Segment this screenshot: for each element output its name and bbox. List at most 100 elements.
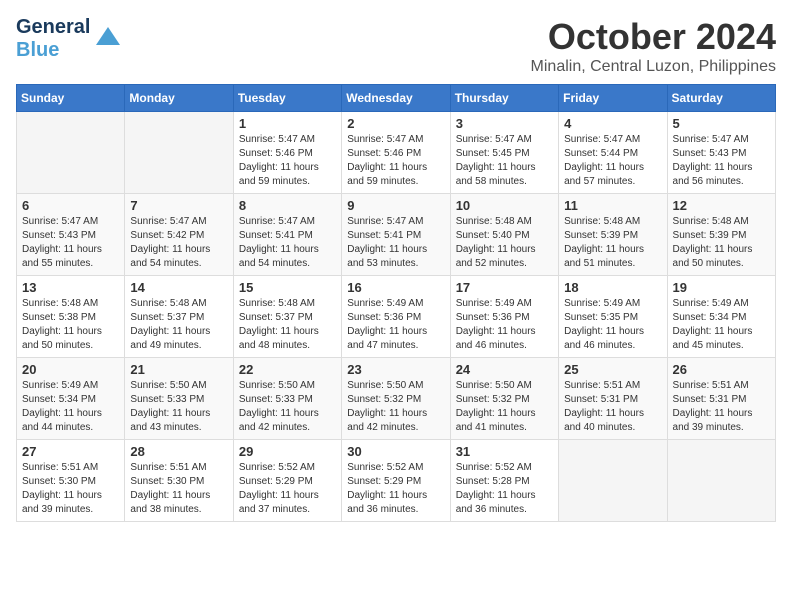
daylight-text: Daylight: 11 hours and 42 minutes. (347, 407, 444, 435)
daylight-text: Daylight: 11 hours and 50 minutes. (22, 325, 119, 353)
sunrise-text: Sunrise: 5:48 AM (239, 297, 336, 311)
day-number: 7 (130, 198, 227, 213)
weekday-header-row: SundayMondayTuesdayWednesdayThursdayFrid… (17, 85, 776, 112)
cell-info: Sunrise: 5:51 AMSunset: 5:31 PMDaylight:… (673, 379, 770, 435)
daylight-text: Daylight: 11 hours and 58 minutes. (456, 161, 553, 189)
day-number: 2 (347, 116, 444, 131)
sunrise-text: Sunrise: 5:50 AM (130, 379, 227, 393)
sunrise-text: Sunrise: 5:50 AM (239, 379, 336, 393)
calendar-cell: 1 Sunrise: 5:47 AMSunset: 5:46 PMDaylight… (233, 112, 341, 194)
daylight-text: Daylight: 11 hours and 55 minutes. (22, 243, 119, 271)
sunrise-text: Sunrise: 5:47 AM (347, 133, 444, 147)
sunrise-text: Sunrise: 5:48 AM (22, 297, 119, 311)
cell-info: Sunrise: 5:48 AMSunset: 5:37 PMDaylight:… (130, 297, 227, 353)
day-number: 15 (239, 280, 336, 295)
logo-text: General Blue (16, 16, 90, 62)
sunset-text: Sunset: 5:30 PM (22, 475, 119, 489)
cell-info: Sunrise: 5:47 AMSunset: 5:42 PMDaylight:… (130, 215, 227, 271)
cell-info: Sunrise: 5:49 AMSunset: 5:36 PMDaylight:… (347, 297, 444, 353)
cell-info: Sunrise: 5:50 AMSunset: 5:32 PMDaylight:… (347, 379, 444, 435)
weekday-header: Tuesday (233, 85, 341, 112)
calendar-week-row: 1Sunrise: 5:47 AMSunset: 5:46 PMDaylight… (17, 112, 776, 194)
sunset-text: Sunset: 5:35 PM (564, 311, 661, 325)
day-number: 24 (456, 362, 553, 377)
calendar-week-row: 27Sunrise: 5:51 AMSunset: 5:30 PMDayligh… (17, 440, 776, 522)
daylight-text: Daylight: 11 hours and 59 minutes. (347, 161, 444, 189)
calendar-cell: 23Sunrise: 5:50 AMSunset: 5:32 PMDayligh… (342, 358, 450, 440)
sunset-text: Sunset: 5:41 PM (239, 229, 336, 243)
cell-info: Sunrise: 5:48 AMSunset: 5:37 PMDaylight:… (239, 297, 336, 353)
daylight-text: Daylight: 11 hours and 42 minutes. (239, 407, 336, 435)
weekday-header: Monday (125, 85, 233, 112)
cell-info: Sunrise: 5:47 AMSunset: 5:41 PMDaylight:… (347, 215, 444, 271)
logo: General Blue (16, 16, 122, 62)
daylight-text: Daylight: 11 hours and 41 minutes. (456, 407, 553, 435)
month-title: October 2024 (531, 16, 776, 58)
cell-info: Sunrise: 5:51 AMSunset: 5:30 PMDaylight:… (130, 461, 227, 517)
cell-info: Sunrise: 5:50 AMSunset: 5:33 PMDaylight:… (130, 379, 227, 435)
daylight-text: Daylight: 11 hours and 39 minutes. (673, 407, 770, 435)
cell-info: Sunrise: 5:49 AMSunset: 5:34 PMDaylight:… (673, 297, 770, 353)
day-number: 18 (564, 280, 661, 295)
calendar-cell: 2Sunrise: 5:47 AMSunset: 5:46 PMDaylight… (342, 112, 450, 194)
calendar-cell: 9Sunrise: 5:47 AMSunset: 5:41 PMDaylight… (342, 194, 450, 276)
calendar-cell: 14 Sunrise: 5:48 AMSunset: 5:37 PMDayligh… (125, 276, 233, 358)
day-number: 22 (239, 362, 336, 377)
sunset-text: Sunset: 5:45 PM (456, 147, 553, 161)
sunrise-text: Sunrise: 5:47 AM (22, 215, 119, 229)
daylight-text: Daylight: 11 hours and 40 minutes. (564, 407, 661, 435)
cell-info: Sunrise: 5:47 AMSunset: 5:46 PMDaylight:… (239, 133, 336, 189)
weekday-header: Sunday (17, 85, 125, 112)
sunrise-text: Sunrise: 5:47 AM (239, 133, 336, 147)
calendar-cell: 21Sunrise: 5:50 AMSunset: 5:33 PMDayligh… (125, 358, 233, 440)
day-number: 16 (347, 280, 444, 295)
cell-info: Sunrise: 5:51 AMSunset: 5:30 PMDaylight:… (22, 461, 119, 517)
calendar-table: SundayMondayTuesdayWednesdayThursdayFrid… (16, 84, 776, 522)
sunrise-text: Sunrise: 5:52 AM (456, 461, 553, 475)
sunset-text: Sunset: 5:33 PM (239, 393, 336, 407)
daylight-text: Daylight: 11 hours and 39 minutes. (22, 489, 119, 517)
cell-info: Sunrise: 5:51 AMSunset: 5:31 PMDaylight:… (564, 379, 661, 435)
calendar-cell: 11Sunrise: 5:48 AMSunset: 5:39 PMDayligh… (559, 194, 667, 276)
sunrise-text: Sunrise: 5:50 AM (347, 379, 444, 393)
cell-info: Sunrise: 5:49 AMSunset: 5:35 PMDaylight:… (564, 297, 661, 353)
daylight-text: Daylight: 11 hours and 57 minutes. (564, 161, 661, 189)
sunrise-text: Sunrise: 5:50 AM (456, 379, 553, 393)
daylight-text: Daylight: 11 hours and 54 minutes. (130, 243, 227, 271)
daylight-text: Daylight: 11 hours and 49 minutes. (130, 325, 227, 353)
sunrise-text: Sunrise: 5:47 AM (239, 215, 336, 229)
calendar-cell: 20Sunrise: 5:49 AMSunset: 5:34 PMDayligh… (17, 358, 125, 440)
day-number: 28 (130, 444, 227, 459)
calendar-cell: 22 Sunrise: 5:50 AMSunset: 5:33 PMDayligh… (233, 358, 341, 440)
calendar-cell: 19 Sunrise: 5:49 AMSunset: 5:34 PMDayligh… (667, 276, 775, 358)
sunrise-text: Sunrise: 5:49 AM (673, 297, 770, 311)
calendar-cell: 28 Sunrise: 5:51 AMSunset: 5:30 PMDayligh… (125, 440, 233, 522)
sunset-text: Sunset: 5:46 PM (239, 147, 336, 161)
calendar-cell: 24Sunrise: 5:50 AMSunset: 5:32 PMDayligh… (450, 358, 558, 440)
calendar-cell: 13Sunrise: 5:48 AMSunset: 5:38 PMDayligh… (17, 276, 125, 358)
cell-info: Sunrise: 5:52 AMSunset: 5:29 PMDaylight:… (347, 461, 444, 517)
cell-info: Sunrise: 5:49 AMSunset: 5:36 PMDaylight:… (456, 297, 553, 353)
daylight-text: Daylight: 11 hours and 50 minutes. (673, 243, 770, 271)
day-number: 12 (673, 198, 770, 213)
day-number: 6 (22, 198, 119, 213)
calendar-week-row: 6Sunrise: 5:47 AMSunset: 5:43 PMDaylight… (17, 194, 776, 276)
day-number: 13 (22, 280, 119, 295)
day-number: 19 (673, 280, 770, 295)
day-number: 14 (130, 280, 227, 295)
day-number: 26 (673, 362, 770, 377)
location: Minalin, Central Luzon, Philippines (531, 58, 776, 76)
sunrise-text: Sunrise: 5:48 AM (564, 215, 661, 229)
sunset-text: Sunset: 5:37 PM (239, 311, 336, 325)
sunrise-text: Sunrise: 5:49 AM (564, 297, 661, 311)
sunset-text: Sunset: 5:40 PM (456, 229, 553, 243)
calendar-cell: 7 Sunrise: 5:47 AMSunset: 5:42 PMDaylight… (125, 194, 233, 276)
cell-info: Sunrise: 5:48 AMSunset: 5:39 PMDaylight:… (673, 215, 770, 271)
day-number: 1 (239, 116, 336, 131)
sunset-text: Sunset: 5:43 PM (22, 229, 119, 243)
cell-info: Sunrise: 5:48 AMSunset: 5:39 PMDaylight:… (564, 215, 661, 271)
day-number: 17 (456, 280, 553, 295)
sunrise-text: Sunrise: 5:48 AM (673, 215, 770, 229)
sunset-text: Sunset: 5:41 PM (347, 229, 444, 243)
daylight-text: Daylight: 11 hours and 37 minutes. (239, 489, 336, 517)
